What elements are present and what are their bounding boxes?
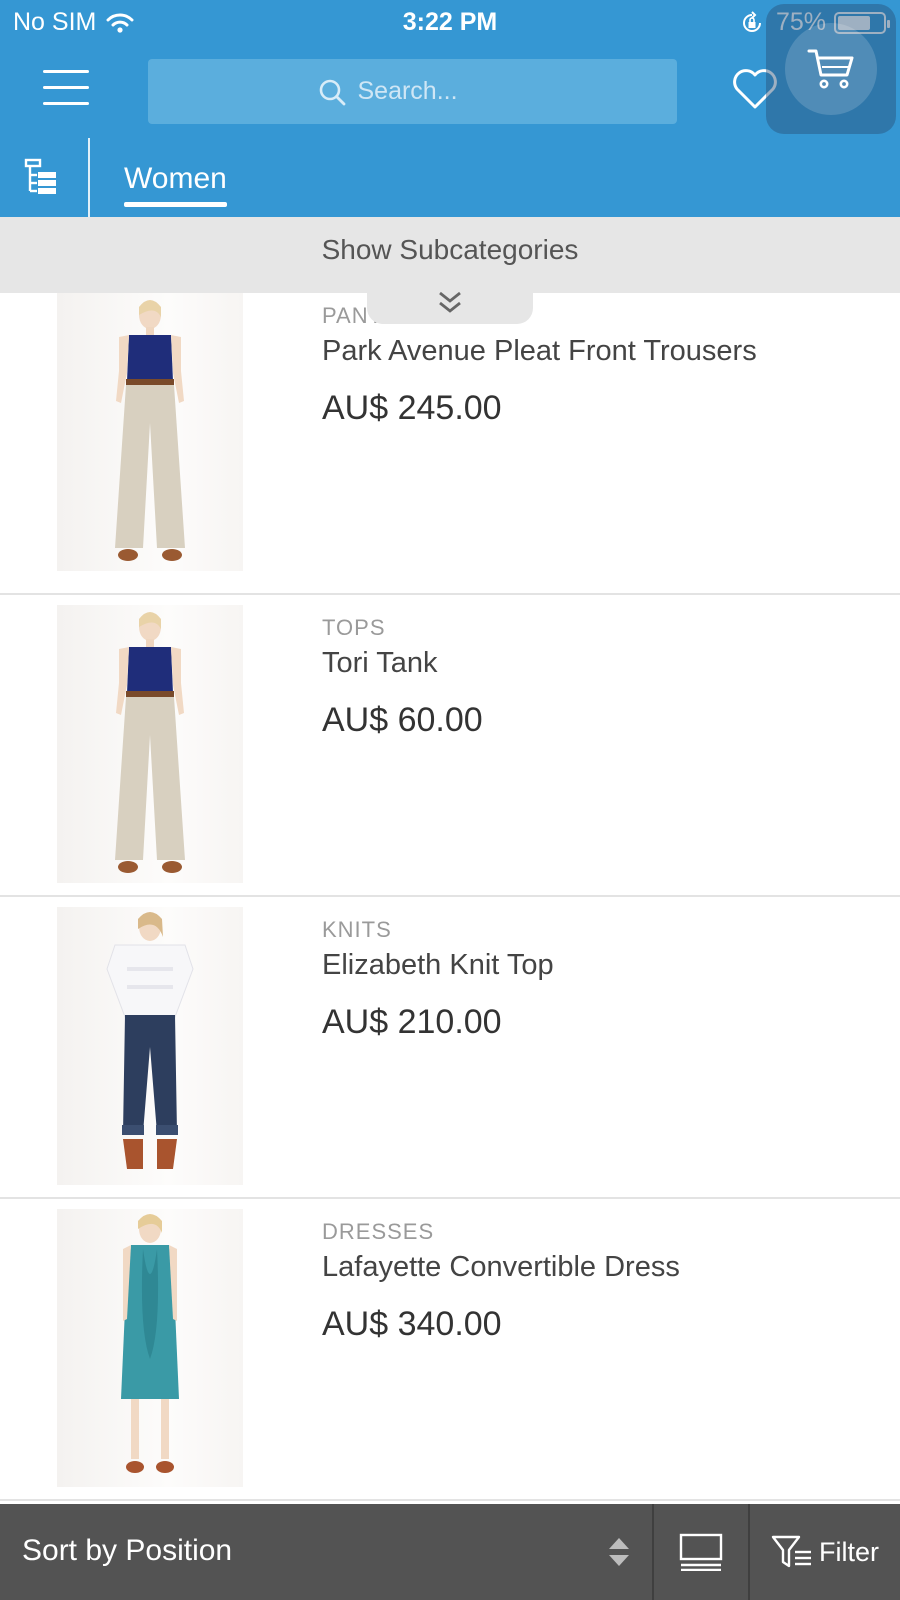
list-view-icon bbox=[679, 1533, 723, 1571]
product-image[interactable] bbox=[57, 293, 243, 571]
product-category: TOPS bbox=[322, 615, 386, 640]
product-category: KNITS bbox=[322, 917, 392, 942]
product-price: AU$ 210.00 bbox=[322, 1003, 502, 1041]
product-image[interactable] bbox=[57, 1209, 243, 1487]
product-price: AU$ 60.00 bbox=[322, 701, 483, 739]
cart-button[interactable] bbox=[766, 4, 896, 134]
product-row[interactable]: KNITS Elizabeth Knit Top AU$ 210.00 bbox=[0, 897, 900, 1199]
search-input[interactable] bbox=[357, 77, 508, 106]
hamburger-menu-icon[interactable] bbox=[43, 70, 89, 106]
bottom-toolbar: Sort by Position Filter bbox=[0, 1504, 900, 1600]
filter-label: Filter bbox=[819, 1536, 879, 1567]
category-divider bbox=[88, 138, 90, 217]
cart-icon bbox=[807, 49, 854, 89]
double-chevron-down-icon bbox=[439, 291, 461, 313]
orientation-lock-icon bbox=[742, 10, 761, 32]
search-icon bbox=[319, 79, 345, 105]
product-name[interactable]: Lafayette Convertible Dress bbox=[322, 1251, 680, 1284]
product-name[interactable]: Park Avenue Pleat Front Trousers bbox=[322, 335, 757, 368]
product-category: DRESSES bbox=[322, 1219, 435, 1244]
search-bar[interactable] bbox=[148, 59, 677, 124]
active-tab-indicator bbox=[124, 202, 227, 207]
tab-women[interactable]: Women bbox=[124, 162, 227, 207]
view-mode-button[interactable] bbox=[654, 1504, 748, 1600]
product-row[interactable]: PANTS Park Avenue Pleat Front Trousers A… bbox=[0, 293, 900, 595]
app-header: No SIM 3:22 PM 75% Search... Women bbox=[0, 0, 900, 217]
subcategories-label: Show Subcategories bbox=[321, 234, 579, 265]
product-price: AU$ 245.00 bbox=[322, 389, 502, 427]
filter-icon bbox=[771, 1535, 811, 1568]
product-image[interactable] bbox=[57, 907, 243, 1185]
sort-selector[interactable]: Sort by Position bbox=[0, 1504, 652, 1600]
product-list: PANTS Park Avenue Pleat Front Trousers A… bbox=[0, 293, 900, 1501]
product-name[interactable]: Tori Tank bbox=[322, 647, 438, 680]
product-row[interactable]: TOPS Tori Tank AU$ 60.00 bbox=[0, 595, 900, 897]
product-image[interactable] bbox=[57, 605, 243, 883]
category-tree-icon[interactable] bbox=[24, 158, 60, 196]
sort-label: Sort by Position bbox=[22, 1534, 233, 1567]
product-name[interactable]: Elizabeth Knit Top bbox=[322, 949, 554, 982]
expand-subcategories-tab[interactable] bbox=[367, 282, 533, 324]
category-bar: Women bbox=[0, 138, 900, 217]
filter-button[interactable]: Filter bbox=[750, 1504, 900, 1600]
product-row[interactable]: DRESSES Lafayette Convertible Dress AU$ … bbox=[0, 1199, 900, 1501]
status-bar: No SIM 3:22 PM 75% bbox=[0, 0, 900, 46]
tab-women-label: Women bbox=[124, 162, 227, 195]
product-price: AU$ 340.00 bbox=[322, 1305, 502, 1343]
sort-arrows-icon bbox=[609, 1538, 629, 1566]
